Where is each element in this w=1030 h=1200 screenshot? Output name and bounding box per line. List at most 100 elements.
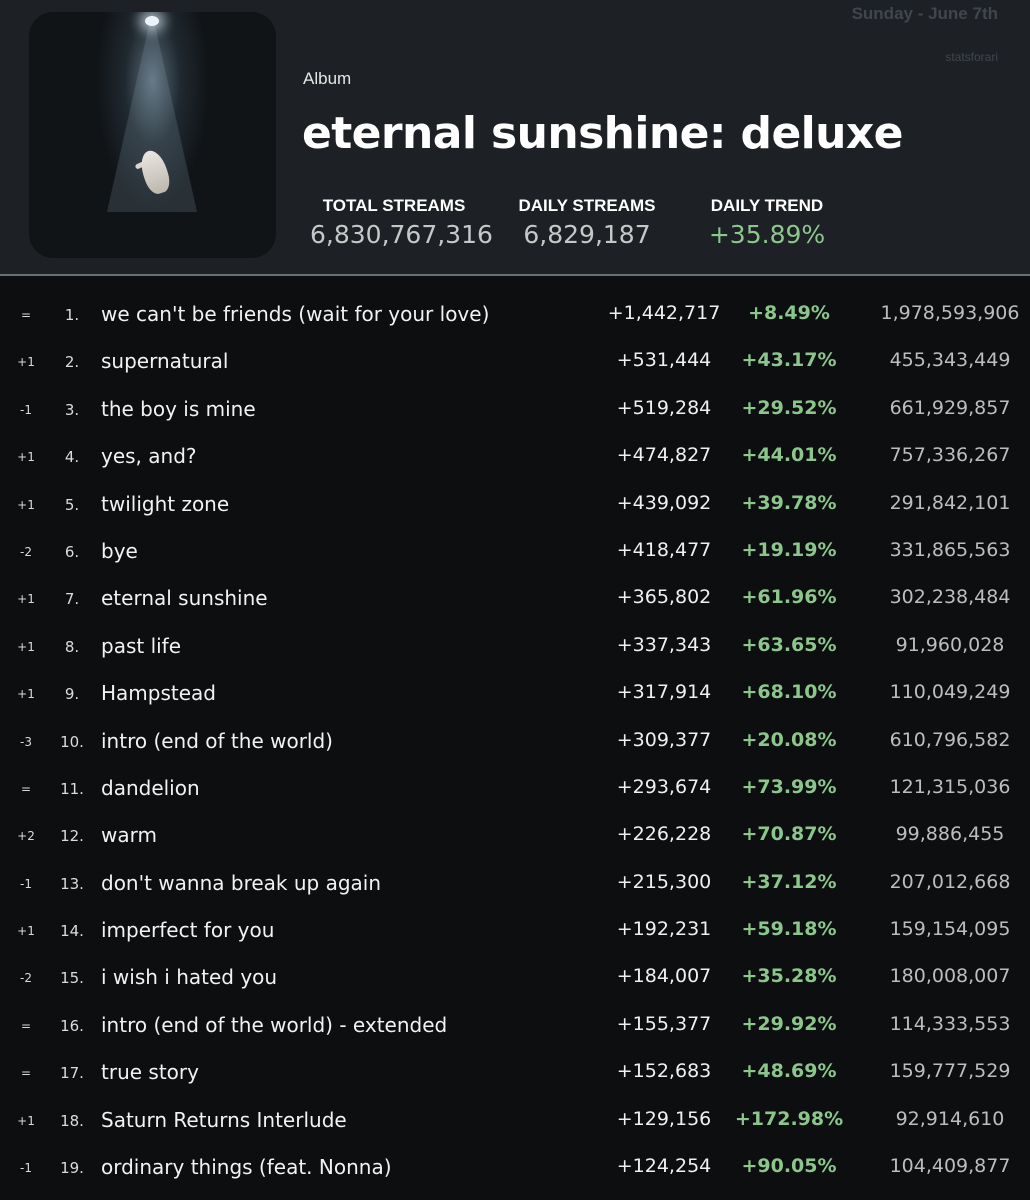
rank-change-indicator: +1 [17,924,35,939]
track-name: Saturn Returns Interlude [101,1107,347,1132]
daily-percent-change: +68.10% [741,681,837,704]
daily-trend-stat: DAILY TREND +35.89% [695,196,839,249]
total-streams-value: 114,333,553 [889,1012,1011,1035]
rank-change-indicator: -1 [20,1161,32,1176]
rank-change-indicator: -2 [20,971,32,986]
rank-change-indicator: +1 [17,450,35,465]
source-watermark: statsforari [945,50,998,64]
track-name: bye [101,538,138,563]
track-rank: 6. [64,542,80,561]
track-name: Hampstead [101,681,216,706]
track-name: twilight zone [101,491,230,516]
total-streams-value: 159,777,529 [889,1060,1011,1083]
track-name: intro (end of the world) - extended [101,1012,448,1037]
track-rank: 5. [64,495,80,514]
track-row: +1 2. supernatural +531,444 +43.17% 455,343,4… [0,339,1030,386]
track-name: true story [101,1060,199,1085]
track-rank: 13. [60,874,84,893]
stat-value: 6,829,187 [523,220,651,249]
rank-change-indicator: +2 [17,829,35,844]
track-name: ordinary things (feat. Nonna) [101,1155,392,1180]
track-name: past life [101,633,182,658]
track-rank: 1. [64,306,80,324]
album-header: Sunday - June 7th statsforari Album eter… [0,0,1030,276]
track-row: = 17. true story +152,683 +48.69% 159,777,529 [0,1050,1030,1097]
total-streams-value: 610,796,582 [889,728,1011,751]
track-name: the boy is mine [101,396,256,421]
daily-percent-change: +20.08% [741,728,837,751]
track-rank: 3. [64,400,80,419]
daily-percent-change: +43.17% [741,349,837,372]
rank-change-indicator: +1 [17,1113,35,1128]
total-streams-value: 331,865,563 [889,538,1011,561]
daily-percent-change: +44.01% [741,444,837,467]
track-rank: 16. [60,1016,84,1035]
daily-percent-change: +172.98% [734,1107,844,1130]
total-streams-value: 207,012,668 [889,870,1011,893]
track-rank: 18. [60,1111,84,1130]
track-row: -3 10. intro (end of the world) +309,377 +20… [0,719,1030,766]
track-rank: 14. [60,922,84,941]
rank-change-indicator: = [20,1018,32,1033]
track-name: intro (end of the world) [101,728,333,753]
daily-percent-change: +19.19% [741,538,837,561]
track-row: -1 13. don't wanna break up again +215,300 +… [0,861,1030,908]
track-rank: 2. [64,353,80,372]
daily-percent-change: +63.65% [741,633,837,656]
rank-change-indicator: +1 [17,639,35,654]
album-title: eternal sunshine: deluxe [302,108,904,159]
track-row: = 1. we can't be friends (wait for your lo… [0,292,1030,339]
daily-percent-change: +59.18% [741,918,837,941]
total-streams-value: 302,238,484 [889,586,1011,609]
track-rank: 8. [64,637,80,656]
rank-change-indicator: -2 [20,544,32,559]
rank-change-indicator: -3 [20,734,32,749]
rank-change-indicator: +1 [17,687,35,702]
total-streams-value: 110,049,249 [889,681,1011,704]
daily-percent-change: +35.28% [741,965,837,988]
track-name: eternal sunshine [101,586,268,611]
stat-label: DAILY STREAMS [518,196,656,215]
total-streams-value: 99,886,455 [895,823,1005,846]
daily-streams-stat: DAILY STREAMS 6,829,187 [505,196,669,249]
total-streams-value: 757,336,267 [889,444,1011,467]
rank-change-indicator: +1 [17,355,35,370]
track-row: +1 9. Hampstead +317,914 +68.10% 110,049,249 [0,671,1030,718]
track-name: supernatural [101,349,229,374]
stat-value: +35.89% [708,220,826,249]
total-streams-value: 91,960,028 [895,633,1005,656]
track-rank: 17. [60,1064,84,1083]
total-streams-value: 661,929,857 [889,396,1011,419]
total-streams-value: 104,409,877 [889,1155,1011,1178]
daily-percent-change: +39.78% [741,491,837,514]
track-rank: 7. [64,590,80,609]
rank-change-indicator: +1 [17,497,35,512]
track-list: = 1. we can't be friends (wait for your lo… [0,292,1030,1192]
daily-percent-change: +70.87% [741,823,837,846]
stat-label: DAILY TREND [710,196,824,215]
track-row: -2 6. bye +418,477 +19.19% 331,865,563 [0,529,1030,576]
track-rank: 19. [60,1159,84,1178]
daily-percent-change: +48.69% [741,1060,837,1083]
date-label: Sunday - June 7th [851,4,998,23]
track-row: -2 15. i wish i hated you +184,007 +35.28% 18… [0,955,1030,1002]
daily-percent-change: +73.99% [741,775,837,798]
total-streams-stat: TOTAL STREAMS 6,830,767,316 [310,196,493,249]
item-kind-label: Album [303,69,352,88]
track-name: dandelion [101,775,200,800]
total-streams-value: 291,842,101 [889,491,1011,514]
track-rank: 15. [60,969,84,988]
rank-change-indicator: -1 [20,876,32,891]
track-name: we can't be friends (wait for your love) [101,302,490,326]
track-row: +1 5. twilight zone +439,092 +39.78% 291,842,… [0,482,1030,529]
track-rank: 4. [64,448,80,467]
track-row: = 16. intro (end of the world) - extended +… [0,1003,1030,1050]
track-name: i wish i hated you [101,965,278,990]
track-row: +1 4. yes, and? +474,827 +44.01% 757,336,267 [0,434,1030,481]
total-streams-value: 1,978,593,906 [880,302,1020,324]
daily-percent-change: +61.96% [741,586,837,609]
daily-percent-change: +8.49% [748,302,830,324]
rank-change-indicator: = [20,1066,32,1081]
track-name: warm [101,823,157,848]
daily-percent-change: +37.12% [741,870,837,893]
